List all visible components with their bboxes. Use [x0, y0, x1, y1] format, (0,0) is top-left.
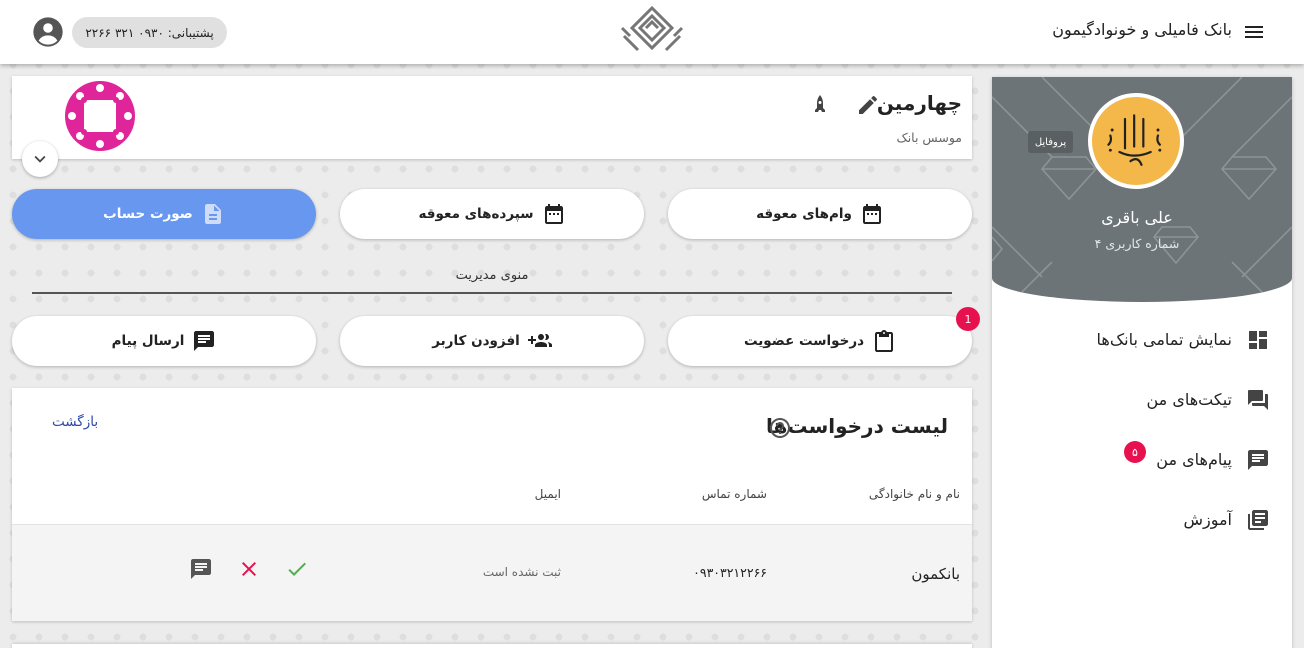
row-name: بانکمون [911, 565, 960, 583]
support-phone-label: پشتیبانی: ۰۹۳۰ ۳۲۱ ۲۲۶۶ [85, 25, 214, 40]
statement-button[interactable]: صورت حساب [12, 189, 316, 239]
sidebar-item-label: نمایش تمامی بانک‌ها [1096, 330, 1233, 349]
account-circle-icon[interactable] [32, 16, 64, 48]
column-header-email: ایمیل [534, 487, 561, 501]
expand-button[interactable] [22, 141, 58, 177]
membership-request-badge: 1 [956, 307, 980, 331]
forum-icon [1248, 390, 1268, 410]
rocket-icon [815, 95, 825, 112]
membership-request-label: درخواست عضویت [743, 333, 865, 349]
overdue-loans-label: وام‌های معوقه [756, 206, 852, 222]
messages-count-badge: ۵ [1124, 441, 1146, 463]
back-link[interactable]: بازگشت [52, 414, 98, 430]
sidebar-item-label: آموزش [1183, 510, 1232, 529]
dashboard-icon [1249, 331, 1267, 349]
add-user-label: افزودن کاربر [432, 333, 520, 349]
profile-name: علی باقری [1101, 208, 1173, 227]
avatar[interactable] [1088, 93, 1184, 189]
app-logo [620, 5, 684, 52]
send-message-button[interactable]: ارسال پیام [12, 316, 316, 366]
sidebar-item-label: پیام‌های من [1156, 450, 1232, 469]
calendar-icon [544, 204, 563, 224]
profile-banner: پروفایل علی باقری شماره کاربری ۴ [992, 77, 1292, 302]
requests-list-title: لیست درخواست‌ها [766, 414, 948, 438]
column-header-phone: شماره تماس [701, 487, 767, 501]
clipboard-icon [875, 330, 894, 352]
top-app-bar: بانک فامیلی و خونوادگیمون پشتیبانی: ۰۹۳۰… [0, 0, 1304, 64]
statement-label: صورت حساب [103, 206, 193, 222]
requests-list-card: لیست درخواست‌ها بازگشت نام و نام خانوادگ… [12, 388, 972, 621]
support-phone-chip[interactable]: پشتیبانی: ۰۹۳۰ ۳۲۱ ۲۲۶۶ [72, 17, 227, 48]
message-icon [1248, 450, 1268, 470]
column-header-name: نام و نام خانوادگی [868, 487, 960, 501]
group-add-icon [527, 334, 552, 347]
row-email: ثبت نشده است [482, 565, 561, 579]
sidebar-item-my-tickets[interactable]: تیکت‌های من [992, 377, 1292, 423]
profile-tooltip: پروفایل [1028, 131, 1073, 153]
table-row: بانکمون ۰۹۳۰۳۲۱۲۲۶۶ ثبت نشده است [12, 524, 972, 621]
chevron-down-icon [34, 155, 46, 163]
message-icon[interactable] [189, 557, 213, 581]
row-phone: ۰۹۳۰۳۲۱۲۲۶۶ [693, 565, 767, 580]
bank-name: چهارمین [876, 91, 962, 115]
profile-user-id: شماره کاربری ۴ [1094, 236, 1180, 251]
admin-menu-title: منوی مدیریت [455, 268, 529, 283]
approve-check-icon[interactable] [285, 557, 309, 581]
document-icon [204, 204, 221, 224]
avatar-calligraphy-image [1107, 114, 1162, 166]
edit-icon[interactable] [856, 93, 880, 117]
add-user-button[interactable]: افزودن کاربر [340, 316, 644, 366]
admin-menu-divider [32, 292, 952, 294]
help-circle-icon[interactable] [768, 416, 792, 440]
app-title: بانک فامیلی و خونوادگیمون [1052, 20, 1232, 39]
bank-header-card: چهارمین موسس بانک [12, 76, 972, 159]
menu-icon[interactable] [1242, 20, 1266, 44]
overdue-loans-button[interactable]: وام‌های معوقه [668, 189, 972, 239]
sidebar-item-label: تیکت‌های من [1146, 390, 1233, 409]
library-books-icon [1248, 510, 1268, 530]
bank-logo [65, 81, 135, 151]
sidebar-item-tutorial[interactable]: آموزش [992, 497, 1292, 543]
membership-request-button[interactable]: درخواست عضویت [668, 316, 972, 366]
message-icon [194, 331, 215, 351]
reject-close-icon[interactable] [237, 557, 261, 581]
sidebar: پروفایل علی باقری شماره کاربری ۴ نمایش ت… [992, 77, 1292, 648]
sidebar-item-all-banks[interactable]: نمایش تمامی بانک‌ها [992, 317, 1292, 363]
next-card-edge [12, 644, 972, 648]
calendar-icon [862, 204, 881, 224]
bank-role: موسس بانک [896, 130, 963, 145]
overdue-deposits-label: سپرده‌های معوقه [418, 206, 534, 222]
send-message-label: ارسال پیام [111, 333, 185, 349]
overdue-deposits-button[interactable]: سپرده‌های معوقه [340, 189, 644, 239]
